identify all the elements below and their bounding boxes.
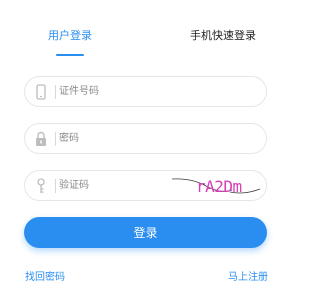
- register-link[interactable]: 马上注册: [228, 272, 268, 284]
- field-separator: [55, 179, 56, 193]
- captcha-input[interactable]: [59, 175, 159, 196]
- captcha-field: rA2Dm: [24, 170, 267, 201]
- key-icon: [33, 177, 49, 195]
- lock-icon: [33, 130, 49, 148]
- field-separator: [55, 132, 56, 146]
- forgot-password-link[interactable]: 找回密码: [25, 272, 65, 284]
- id-number-input[interactable]: [59, 81, 249, 102]
- password-field: [24, 123, 267, 154]
- id-number-field: [24, 76, 267, 107]
- captcha-text: rA2Dm: [196, 177, 242, 196]
- phone-icon: [33, 83, 49, 101]
- login-tabs: 用户登录 手机快速登录: [0, 0, 290, 60]
- active-tab-indicator: [56, 54, 84, 56]
- captcha-image[interactable]: rA2Dm: [172, 174, 262, 198]
- login-button[interactable]: 登录: [24, 217, 267, 248]
- password-input[interactable]: [59, 128, 249, 149]
- field-separator: [55, 85, 56, 99]
- tab-user-login[interactable]: 用户登录: [48, 29, 92, 42]
- tab-phone-login[interactable]: 手机快速登录: [190, 29, 256, 42]
